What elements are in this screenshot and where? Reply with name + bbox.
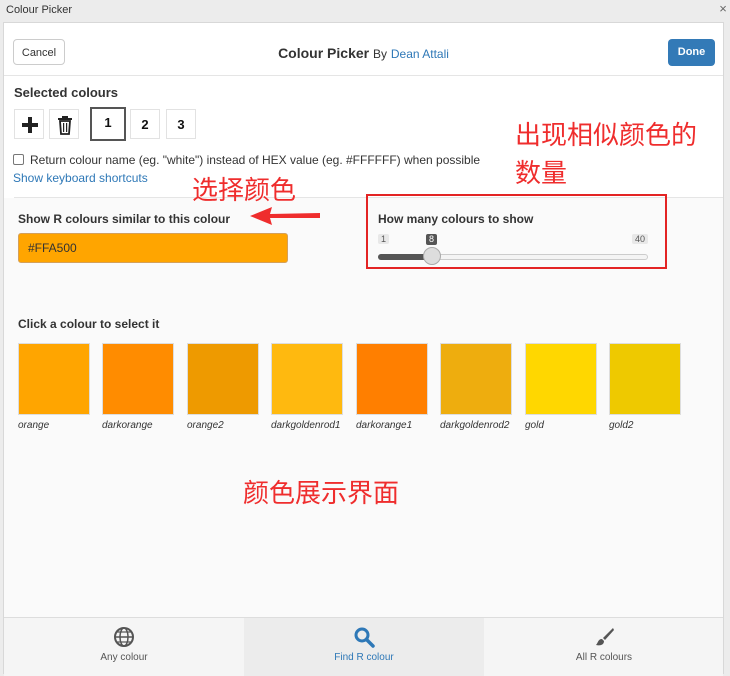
slider-highlight-box: [366, 194, 667, 269]
globe-icon: [114, 627, 134, 647]
count-annotation-line2: 数量: [515, 158, 568, 188]
colour-slot-3[interactable]: 3: [166, 109, 196, 139]
add-colour-button[interactable]: [14, 109, 44, 139]
tab-all-r-colours[interactable]: All R colours: [484, 618, 724, 676]
selected-colours-title: Selected colours: [14, 85, 119, 100]
return-name-checkbox[interactable]: [13, 154, 24, 166]
window-titlebar: Colour Picker ×: [0, 0, 730, 22]
author-link[interactable]: Dean Attali: [391, 47, 449, 61]
bottom-tabs: Any colour Find R colour All R colours: [4, 617, 723, 676]
colour-swatch[interactable]: [356, 343, 428, 415]
tab-find-r-colour[interactable]: Find R colour: [244, 618, 484, 676]
colour-swatch-item[interactable]: gold: [525, 343, 597, 434]
colour-slot-1[interactable]: 1: [90, 107, 126, 141]
select-annotation: 选择颜色: [192, 175, 297, 205]
return-name-option[interactable]: Return colour name (eg. "white") instead…: [13, 153, 480, 167]
colour-swatch-item[interactable]: darkgoldenrod1: [271, 343, 343, 434]
paintbrush-icon: [596, 628, 614, 646]
delete-colour-button[interactable]: [49, 109, 79, 139]
colour-swatch[interactable]: [187, 343, 259, 415]
colour-swatch[interactable]: [18, 343, 90, 415]
colour-hex-input[interactable]: #FFA500: [18, 233, 288, 263]
colour-swatch[interactable]: [440, 343, 512, 415]
colour-swatch-item[interactable]: darkorange: [102, 343, 174, 434]
swatch-name: orange2: [187, 420, 224, 431]
swatch-name: darkorange1: [356, 420, 413, 431]
header: Cancel Colour Picker By Dean Attali Done: [4, 23, 723, 76]
return-name-label: Return colour name (eg. "white") instead…: [30, 153, 481, 167]
by-text: By: [372, 47, 387, 61]
trash-icon: [58, 116, 72, 135]
tab-all-r-colours-label: All R colours: [575, 652, 633, 663]
tab-any-colour-label: Any colour: [100, 652, 148, 663]
swatch-name: darkgoldenrod1: [271, 420, 341, 431]
colour-swatch-item[interactable]: gold2: [609, 343, 681, 434]
page-title: Colour Picker By Dean Attali: [4, 45, 723, 61]
colour-swatch-item[interactable]: orange2: [187, 343, 259, 434]
display-annotation: 颜色展示界面: [243, 478, 400, 508]
close-icon[interactable]: ×: [716, 1, 730, 16]
search-icon: [354, 627, 375, 648]
done-button[interactable]: Done: [668, 39, 715, 66]
similar-colours-label: Show R colours similar to this colour: [18, 212, 231, 226]
swatch-name: gold2: [609, 420, 634, 431]
window-title: Colour Picker: [6, 4, 73, 16]
swatch-name: orange: [18, 420, 50, 431]
colour-swatch[interactable]: [102, 343, 174, 415]
keyboard-shortcuts-link[interactable]: Show keyboard shortcuts: [13, 171, 148, 185]
colour-slot-2[interactable]: 2: [130, 109, 160, 139]
colour-swatch-item[interactable]: darkgoldenrod2: [440, 343, 512, 434]
plus-icon: [22, 117, 38, 133]
tab-any-colour[interactable]: Any colour: [4, 618, 244, 676]
tab-find-r-colour-label: Find R colour: [334, 652, 394, 663]
colour-swatch[interactable]: [525, 343, 597, 415]
colour-swatch-item[interactable]: darkorange1: [356, 343, 428, 434]
count-annotation-line1: 出现相似颜色的: [515, 120, 698, 150]
title-text: Colour Picker: [278, 45, 370, 61]
click-colour-label: Click a colour to select it: [18, 317, 160, 331]
swatch-name: darkorange: [102, 420, 153, 431]
colour-swatch[interactable]: [609, 343, 681, 415]
colour-swatch-item[interactable]: orange: [18, 343, 90, 434]
colour-swatch[interactable]: [271, 343, 343, 415]
swatch-name: darkgoldenrod2: [440, 420, 510, 431]
swatch-name: gold: [525, 420, 544, 431]
left-arrow-icon: [250, 207, 320, 225]
